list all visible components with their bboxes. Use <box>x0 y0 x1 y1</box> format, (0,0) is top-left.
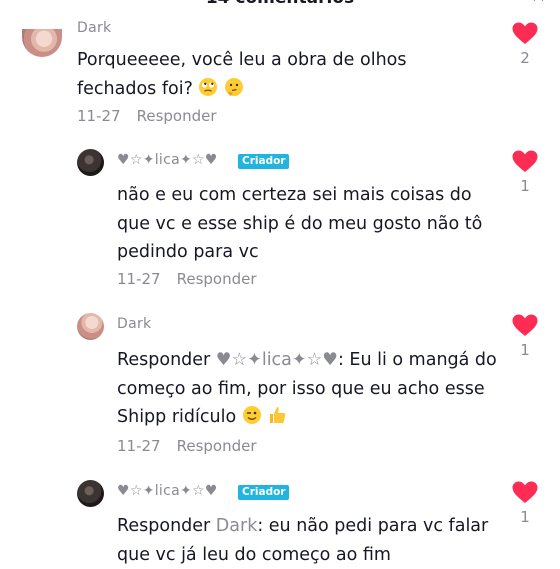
winking-emoji <box>242 405 262 435</box>
reply-button[interactable]: Responder <box>137 107 217 125</box>
comment-date: 11-27 <box>77 107 121 125</box>
heart-icon <box>512 481 538 503</box>
comment-meta: 11-27 Responder <box>77 107 217 125</box>
like-button[interactable]: 1 <box>510 481 540 526</box>
comment-text: Porqueeeee, você leu a obra de olhos fec… <box>77 46 477 106</box>
thumbs-up-emoji <box>267 405 287 435</box>
reply-prefix: Responder <box>117 350 216 370</box>
comment-text: Responder ♥☆✦lica✦☆♥: Eu li o mangá do c… <box>117 346 512 435</box>
comment-text: não e eu com certeza sei mais coisas do … <box>117 185 483 262</box>
avatar[interactable] <box>77 149 104 176</box>
comment-date: 11-27 <box>117 270 161 288</box>
avatar[interactable] <box>77 313 104 340</box>
like-button[interactable]: 1 <box>510 150 540 195</box>
mention-link[interactable]: ♥☆✦lica✦☆♥ <box>216 350 338 370</box>
like-button[interactable]: 1 <box>510 314 540 359</box>
like-count: 2 <box>520 49 530 67</box>
comments-count-title: 14 comentários <box>0 0 560 8</box>
comment-meta: 11-27 Responder <box>117 270 257 288</box>
comment-username[interactable]: Dark <box>117 316 151 332</box>
like-count: 1 <box>520 341 530 359</box>
creator-badge: Criador <box>238 154 290 169</box>
reply-button[interactable]: Responder <box>177 437 257 455</box>
heart-icon <box>512 314 538 336</box>
comment-username[interactable]: Dark <box>77 20 111 36</box>
comment-text: Responder Dark: eu não pedi para vc fala… <box>117 512 512 569</box>
like-button[interactable]: 2 <box>510 22 540 67</box>
comments-header: 14 comentários ✕ <box>0 0 560 8</box>
comment-username[interactable]: ♥☆✦lica✦☆♥ <box>117 152 218 168</box>
thinking-emoji <box>224 77 244 107</box>
mention-link[interactable]: Dark <box>216 516 258 536</box>
avatar[interactable] <box>77 480 104 507</box>
close-icon[interactable]: ✕ <box>531 0 546 7</box>
heart-icon <box>512 22 538 44</box>
like-count: 1 <box>520 508 530 526</box>
reply-prefix: Responder <box>117 516 216 536</box>
comment-date: 11-27 <box>117 437 161 455</box>
comment-username[interactable]: ♥☆✦lica✦☆♥ <box>117 483 218 499</box>
like-count: 1 <box>520 177 530 195</box>
heart-icon <box>512 150 538 172</box>
rolling-eyes-emoji <box>198 77 218 107</box>
comment-meta: 11-27 Responder <box>117 437 257 455</box>
creator-badge: Criador <box>238 485 290 500</box>
avatar[interactable] <box>22 29 62 57</box>
reply-button[interactable]: Responder <box>177 270 257 288</box>
